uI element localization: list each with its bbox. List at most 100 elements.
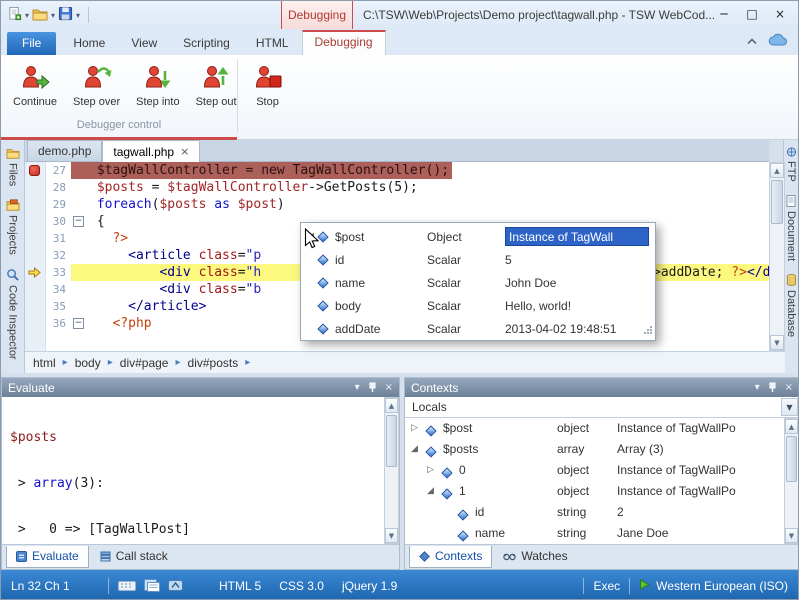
tree-expander-icon[interactable]: ◢ [427, 486, 434, 496]
ribbon-tab-file[interactable]: File [7, 32, 56, 55]
gutter-margin[interactable] [25, 179, 45, 196]
breadcrumb-item-div-posts[interactable]: div#posts [188, 356, 239, 370]
scroll-down-button[interactable]: ▼ [385, 528, 398, 543]
status-html-standard[interactable]: HTML 5 [219, 579, 261, 593]
evaluate-console[interactable]: $posts > array(3): > 0 => [TagWallPost] … [2, 397, 384, 544]
status-encoding[interactable]: Western European (ISO) [656, 579, 788, 593]
scroll-up-button[interactable]: ▲ [385, 398, 398, 413]
step-out-button[interactable]: Step out [188, 57, 245, 114]
ribbon-tab-debugging[interactable]: Debugging [302, 30, 386, 55]
panel-close-icon[interactable]: × [385, 382, 393, 393]
gutter-margin[interactable] [25, 213, 45, 230]
close-button[interactable]: × [766, 4, 794, 24]
tree-row[interactable]: ▷ 0 object Instance of TagWallPo [405, 460, 784, 481]
sidebar-tab-ftp[interactable]: FTP [784, 140, 798, 188]
status-jquery-standard[interactable]: jQuery 1.9 [342, 579, 397, 593]
gutter-margin[interactable] [25, 264, 45, 281]
scroll-thumb[interactable] [771, 180, 783, 224]
resize-grip-icon[interactable] [642, 324, 653, 338]
sidebar-tab-database[interactable]: Database [784, 267, 798, 343]
scroll-up-button[interactable]: ▲ [770, 163, 784, 178]
scroll-thumb[interactable] [786, 436, 797, 482]
fold-marker[interactable]: − [73, 318, 84, 329]
panel-tab-contexts[interactable]: Contexts [409, 546, 492, 568]
doc-tab-tagwall[interactable]: tagwall.php × [102, 140, 200, 162]
tree-row[interactable]: name string Jane Doe [405, 523, 784, 544]
editor-vscrollbar[interactable]: ▲ ▼ [769, 162, 785, 351]
tree-expander-icon[interactable]: ▷ [427, 465, 434, 475]
contexts-tree[interactable]: ▷ $post object Instance of TagWallPo ◢ $… [405, 418, 784, 544]
tooltip-row[interactable]: body Scalar Hello, world! [301, 294, 655, 317]
ribbon-tab-html[interactable]: HTML [243, 32, 302, 55]
sidebar-tab-projects[interactable]: Projects [1, 192, 24, 261]
sidebar-tab-document[interactable]: Document [784, 188, 798, 267]
gutter-margin[interactable] [25, 315, 45, 332]
tree-expander-icon[interactable]: ◢ [411, 444, 418, 454]
open-file-caret-icon[interactable]: ▾ [51, 11, 55, 20]
step-over-button[interactable]: Step over [65, 57, 128, 114]
maximize-button[interactable]: □ [738, 4, 766, 24]
sidebar-tab-code-inspector[interactable]: Code Inspector [1, 261, 24, 366]
status-macro-icon[interactable] [168, 579, 183, 592]
tooltip-row[interactable]: name Scalar John Doe [301, 271, 655, 294]
panel-menu-icon[interactable]: ▾ [755, 382, 760, 393]
ribbon-tab-view[interactable]: View [118, 32, 170, 55]
panel-menu-icon[interactable]: ▾ [355, 382, 360, 393]
gutter-margin[interactable] [25, 281, 45, 298]
ribbon-tab-scripting[interactable]: Scripting [170, 32, 243, 55]
fold-marker[interactable]: − [73, 216, 84, 227]
gutter-margin[interactable] [25, 196, 45, 213]
status-css-standard[interactable]: CSS 3.0 [279, 579, 324, 593]
breakpoint-icon[interactable] [29, 165, 40, 176]
scroll-up-button[interactable]: ▲ [785, 419, 798, 434]
continue-button[interactable]: Continue [5, 57, 65, 114]
breadcrumb-item-div-page[interactable]: div#page [120, 356, 169, 370]
combo-arrow-icon[interactable]: ▼ [781, 398, 798, 416]
evaluate-vscrollbar[interactable]: ▲ ▼ [384, 397, 399, 544]
gutter-margin[interactable] [25, 230, 45, 247]
stop-button[interactable]: Stop [245, 57, 291, 114]
gutter-margin[interactable] [25, 247, 45, 264]
panel-tab-evaluate[interactable]: Evaluate [6, 546, 89, 568]
scroll-down-button[interactable]: ▼ [785, 528, 798, 543]
tree-expander-icon[interactable]: ▷ [411, 423, 418, 433]
tree-row[interactable]: ◢ 1 object Instance of TagWallPo [405, 481, 784, 502]
tree-row[interactable]: ▷ $post object Instance of TagWallPo [405, 418, 784, 439]
breadcrumb-item-html[interactable]: html [33, 356, 56, 370]
new-file-caret-icon[interactable]: ▾ [25, 11, 29, 20]
scope-selector-combo[interactable]: Locals ▼ [405, 397, 799, 418]
new-file-icon[interactable] [7, 6, 22, 24]
scroll-thumb[interactable] [386, 415, 397, 467]
tooltip-row[interactable]: ◢ $post Object Instance of TagWall [301, 225, 655, 248]
doc-tab-demo[interactable]: demo.php [27, 140, 102, 161]
panel-pin-icon[interactable] [368, 382, 377, 393]
panel-pin-icon[interactable] [768, 382, 777, 393]
var-value-selected[interactable]: Instance of TagWall [505, 227, 649, 246]
save-icon[interactable] [58, 6, 73, 24]
open-file-icon[interactable] [32, 7, 48, 24]
tooltip-row[interactable]: id Scalar 5 [301, 248, 655, 271]
tooltip-row[interactable]: addDate Scalar 2013-04-02 19:48:51 [301, 317, 655, 340]
cloud-icon[interactable] [768, 33, 788, 49]
panel-close-icon[interactable]: × [785, 382, 793, 393]
tree-row[interactable]: id string 2 [405, 502, 784, 523]
scroll-down-button[interactable]: ▼ [770, 335, 784, 350]
gutter-margin[interactable] [25, 298, 45, 315]
panel-tab-watches[interactable]: Watches [494, 546, 576, 567]
collapse-ribbon-icon[interactable] [746, 34, 758, 48]
status-exec-mode[interactable]: Exec [593, 579, 620, 593]
sidebar-tab-files[interactable]: Files [1, 140, 24, 192]
tab-close-icon[interactable]: × [180, 145, 189, 158]
minimize-button[interactable]: ─ [710, 4, 738, 24]
ribbon-tab-home[interactable]: Home [60, 32, 118, 55]
gutter-margin[interactable] [25, 162, 45, 179]
tree-row[interactable]: ◢ $posts array Array (3) [405, 439, 784, 460]
panel-tab-call-stack[interactable]: Call stack [91, 546, 177, 567]
breadcrumb-item-body[interactable]: body [75, 356, 101, 370]
contexts-vscrollbar[interactable]: ▲ ▼ [784, 418, 799, 544]
status-cursor-position[interactable]: Ln 32 Ch 1 [11, 579, 99, 593]
save-caret-icon[interactable]: ▾ [76, 11, 80, 20]
step-into-button[interactable]: Step into [128, 57, 187, 114]
status-snippets-icon[interactable] [144, 579, 160, 592]
status-keyboard-icon[interactable] [118, 579, 136, 592]
